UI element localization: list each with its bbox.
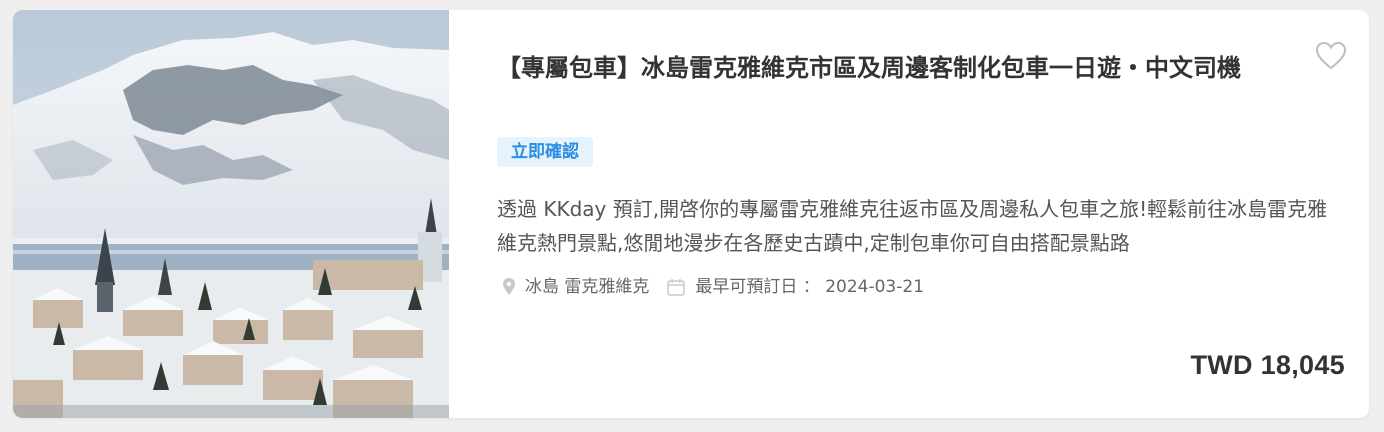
product-location: 冰島 雷克雅維克 bbox=[525, 277, 650, 297]
reykjavik-winter-photo bbox=[13, 10, 449, 418]
product-card[interactable]: 【專屬包車】冰島雷克雅維克市區及周邊客制化包車一日遊・中文司機 立即確認 透過 … bbox=[13, 10, 1369, 418]
product-price: TWD 18,045 bbox=[1190, 350, 1345, 380]
map-pin-icon bbox=[503, 278, 515, 296]
calendar-icon bbox=[667, 278, 686, 296]
product-description: 透過 KKday 預訂,開啓你的專屬雷克雅維克往返市區及周邊私人包車之旅!輕鬆前… bbox=[497, 197, 1328, 255]
product-info: 【專屬包車】冰島雷克雅維克市區及周邊客制化包車一日遊・中文司機 立即確認 透過 … bbox=[497, 10, 1369, 418]
earliest-booking-date: 最早可預訂日 ： 2024-03-21 bbox=[695, 277, 925, 297]
product-title[interactable]: 【專屬包車】冰島雷克雅維克市區及周邊客制化包車一日遊・中文司機 bbox=[497, 46, 1297, 90]
instant-confirm-badge: 立即確認 bbox=[497, 137, 593, 167]
product-image[interactable] bbox=[13, 10, 449, 418]
product-meta: 冰島 雷克雅維克 最早可預訂日 ： 2024-03-21 bbox=[503, 273, 924, 301]
heart-outline-icon bbox=[1315, 41, 1347, 70]
favorite-button[interactable] bbox=[1315, 40, 1347, 72]
